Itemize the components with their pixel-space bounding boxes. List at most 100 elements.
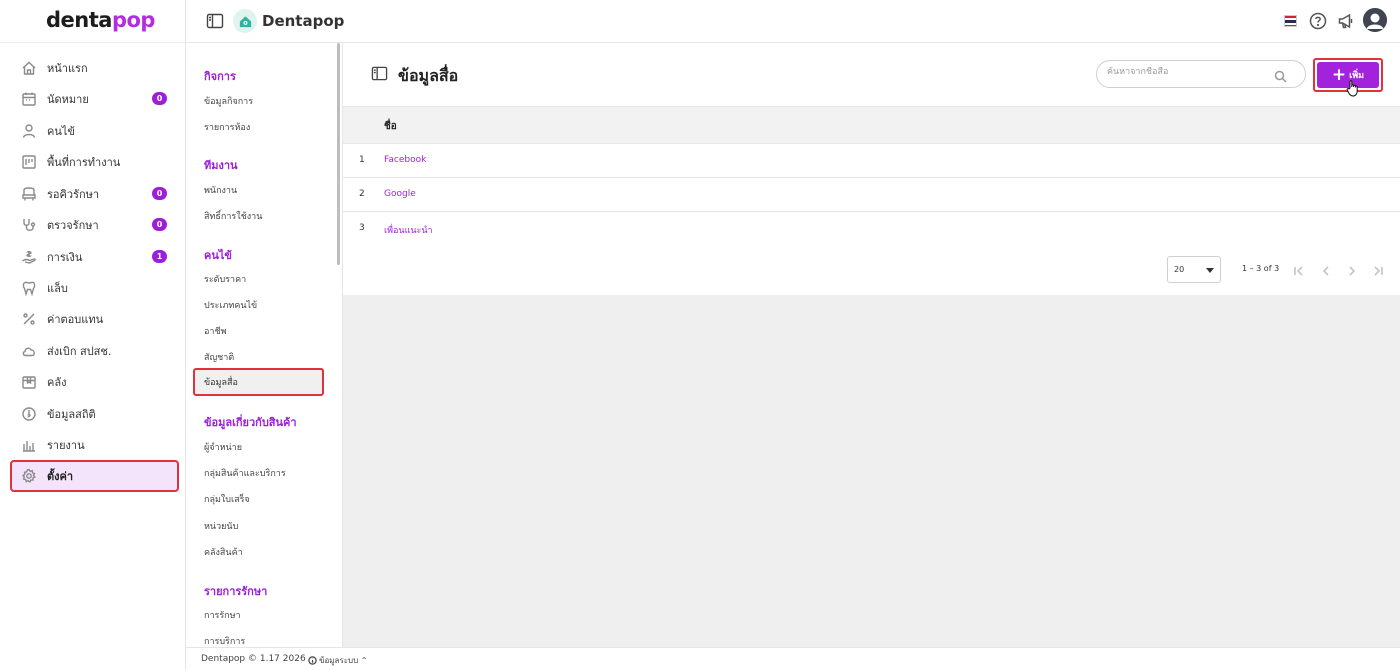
page-size-value: 20 xyxy=(1174,265,1185,274)
submenu-item-treatments[interactable]: การรักษา xyxy=(204,608,241,622)
submenu-item-warehouse[interactable]: คลังสินค้า xyxy=(204,545,243,559)
row-number: 1 xyxy=(359,155,365,165)
main-content: ข้อมูลสื่อ + เพิ่ม ชื่อ 1 Facebook xyxy=(343,43,1400,647)
submenu-item-units[interactable]: หน่วยนับ xyxy=(204,519,238,533)
info-icon xyxy=(308,656,317,665)
sidebar-item-label: ตรวจรักษา xyxy=(47,218,99,232)
submenu-group-products: ข้อมูลเกี่ยวกับสินค้า xyxy=(204,416,297,429)
submenu-scrollbar[interactable] xyxy=(337,43,340,265)
submenu-item-patient-type[interactable]: ประเภทคนไข้ xyxy=(204,298,257,312)
table-header: ชื่อ xyxy=(343,106,1400,144)
sidebar-item-statistics[interactable]: ข้อมูลสถิติ xyxy=(12,398,178,429)
submenu-item-staff[interactable]: พนักงาน xyxy=(204,183,237,197)
submenu-item-services[interactable]: การบริการ xyxy=(204,634,245,647)
first-page-icon[interactable] xyxy=(1293,262,1307,276)
submenu-group-business: กิจการ xyxy=(204,70,236,83)
sidebar-item-label: หน้าแรก xyxy=(47,61,88,75)
page-title: ข้อมูลสื่อ xyxy=(398,66,459,85)
money-icon xyxy=(20,248,38,266)
submenu-group-treatments: รายการรักษา xyxy=(204,585,268,598)
count-badge: 0 xyxy=(152,218,167,231)
submenu-item-suppliers[interactable]: ผู้จำหน่าย xyxy=(204,440,242,454)
submenu-item-media[interactable]: ข้อมูลสื่อ xyxy=(193,368,324,396)
media-name-link[interactable]: Google xyxy=(384,189,416,199)
submenu-item-receipt-groups[interactable]: กลุ่มใบเสร็จ xyxy=(204,492,250,506)
row-number: 2 xyxy=(359,189,365,199)
app-logo[interactable]: dentapop xyxy=(46,8,155,32)
tooth-icon xyxy=(20,279,38,297)
clinic-name: Dentapop xyxy=(262,12,345,30)
panel-toggle-icon[interactable] xyxy=(371,65,389,83)
table-row[interactable]: 3 เพื่อนแนะนำ xyxy=(343,212,1400,246)
sidebar-item-label: รายงาน xyxy=(47,438,85,452)
column-header-name: ชื่อ xyxy=(384,121,397,132)
sidebar-item-finance[interactable]: การเงิน 1 xyxy=(12,241,178,272)
prev-page-icon[interactable] xyxy=(1320,262,1334,276)
sidebar-item-home[interactable]: หน้าแรก xyxy=(12,52,178,83)
home-icon xyxy=(20,59,38,77)
pagination-range: 1 – 3 of 3 xyxy=(1242,264,1280,273)
count-badge: 1 xyxy=(152,250,167,263)
version-text: Dentapop © 1.17 2026 xyxy=(201,654,306,664)
thai-flag-icon[interactable] xyxy=(1284,15,1297,27)
sidebar-item-label: ส่งเบิก สปสช. xyxy=(47,344,112,358)
sidebar-item-inventory[interactable]: คลัง xyxy=(12,366,178,397)
search-icon[interactable] xyxy=(1274,68,1287,83)
stats-icon xyxy=(20,405,38,423)
table-row[interactable]: 2 Google xyxy=(343,178,1400,212)
submenu-item-occupation[interactable]: อาชีพ xyxy=(204,324,227,338)
stethoscope-icon xyxy=(20,216,38,234)
sidebar-item-label: ค่าตอบแทน xyxy=(47,312,104,326)
submenu-item-nationality[interactable]: สัญชาติ xyxy=(204,350,234,364)
submenu-item-price-level[interactable]: ระดับราคา xyxy=(204,272,246,286)
sidebar-item-label: รอคิวรักษา xyxy=(47,187,100,201)
settings-submenu: กิจการ ข้อมูลกิจการ รายการห้อง ทีมงาน พน… xyxy=(186,43,343,647)
sidebar-item-compensation[interactable]: ค่าตอบแทน xyxy=(12,303,178,334)
sidebar-item-label: ตั้งค่า xyxy=(47,470,74,483)
sidebar-item-patients[interactable]: คนไข้ xyxy=(12,115,178,146)
submenu-item-product-groups[interactable]: กลุ่มสินค้าและบริการ xyxy=(204,466,286,480)
sidebar-item-label: แล็บ xyxy=(47,281,68,295)
submenu-item-business-info[interactable]: ข้อมูลกิจการ xyxy=(204,94,253,108)
sidebar-item-nhso-claim[interactable]: ส่งเบิก สปสช. xyxy=(12,335,178,366)
plus-icon: + xyxy=(1331,64,1347,85)
sidebar-item-reports[interactable]: รายงาน xyxy=(12,429,178,460)
workspace-icon xyxy=(20,153,38,171)
calendar-icon xyxy=(20,90,38,108)
gear-icon xyxy=(20,467,38,485)
next-page-icon[interactable] xyxy=(1346,262,1360,276)
chair-icon xyxy=(20,185,38,203)
user-avatar[interactable] xyxy=(1363,8,1387,32)
media-name-link[interactable]: เพื่อนแนะนำ xyxy=(384,223,433,237)
page-size-select[interactable]: 20 xyxy=(1167,256,1221,283)
search-input[interactable] xyxy=(1107,67,1267,77)
sidebar-item-workspace[interactable]: พื้นที่การทำงาน xyxy=(12,146,178,177)
report-icon xyxy=(20,436,38,454)
user-icon xyxy=(20,122,38,140)
help-icon[interactable] xyxy=(1308,11,1328,31)
submenu-group-team: ทีมงาน xyxy=(204,159,238,172)
dropdown-caret-icon xyxy=(1206,268,1214,273)
sidebar-item-label: ข้อมูลสถิติ xyxy=(47,407,96,421)
system-info-link[interactable]: ข้อมูลระบบ ⌃ xyxy=(308,654,367,667)
media-panel: ข้อมูลสื่อ + เพิ่ม ชื่อ 1 Facebook xyxy=(343,43,1400,295)
sidebar-item-queue[interactable]: รอคิวรักษา 0 xyxy=(12,178,178,209)
submenu-item-rooms[interactable]: รายการห้อง xyxy=(204,120,250,134)
search-box[interactable] xyxy=(1096,60,1306,88)
count-badge: 0 xyxy=(152,187,167,200)
announcement-icon[interactable] xyxy=(1336,11,1356,31)
sidebar: dentapop หน้าแรก นัดหมาย 0 คนไข้ พื้นที่… xyxy=(0,0,186,670)
sidebar-item-appointments[interactable]: นัดหมาย 0 xyxy=(12,83,178,114)
last-page-icon[interactable] xyxy=(1372,262,1386,276)
footer: Dentapop © 1.17 2026 ข้อมูลระบบ ⌃ xyxy=(186,647,1400,670)
table-row[interactable]: 1 Facebook xyxy=(343,144,1400,178)
count-badge: 0 xyxy=(152,92,167,105)
sidebar-item-settings[interactable]: ตั้งค่า xyxy=(10,460,179,492)
submenu-item-permissions[interactable]: สิทธิ์การใช้งาน xyxy=(204,209,262,223)
row-number: 3 xyxy=(359,223,365,233)
sidebar-item-treatment[interactable]: ตรวจรักษา 0 xyxy=(12,209,178,240)
sidebar-item-lab[interactable]: แล็บ xyxy=(12,272,178,303)
sidebar-toggle-icon[interactable] xyxy=(206,12,224,30)
media-name-link[interactable]: Facebook xyxy=(384,155,426,165)
clinic-logo-icon xyxy=(233,9,257,33)
